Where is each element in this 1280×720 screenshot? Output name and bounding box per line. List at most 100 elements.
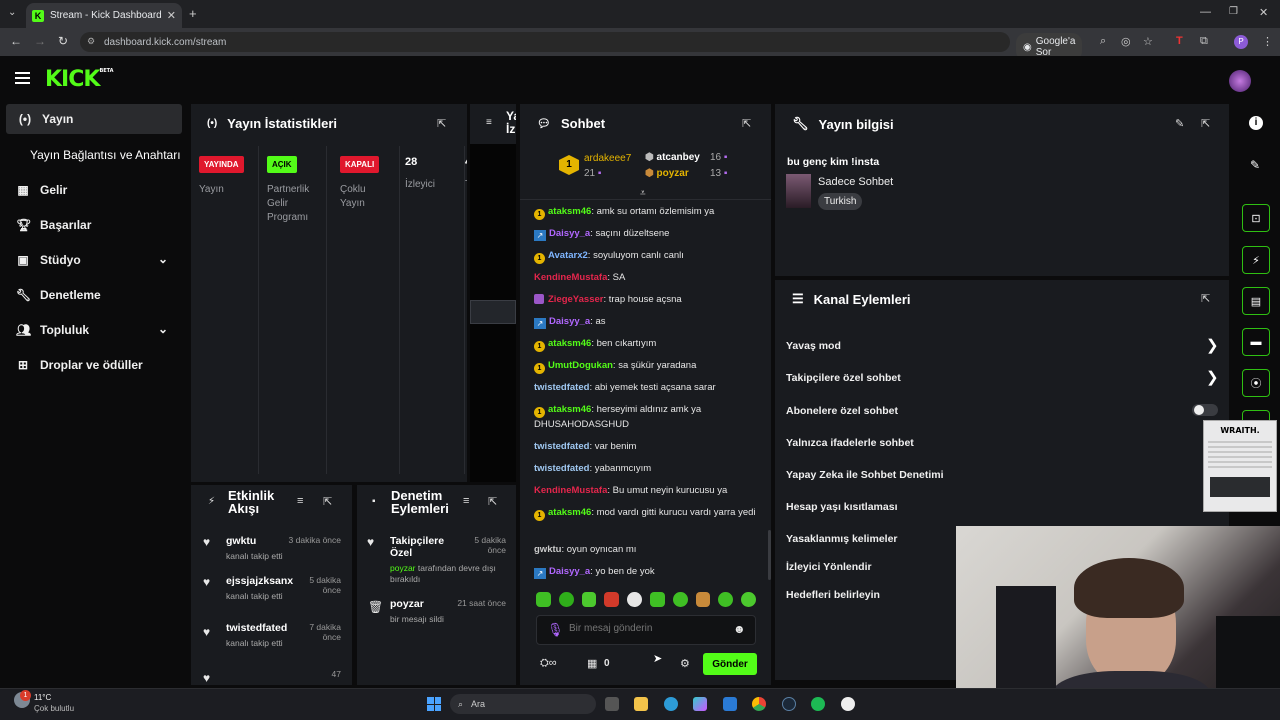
chat-user[interactable]: gwktu xyxy=(534,544,561,555)
copilot-icon[interactable] xyxy=(693,697,707,711)
close-tab-icon[interactable]: ✕ xyxy=(167,9,176,22)
emote-icon[interactable] xyxy=(718,592,734,607)
steam-icon[interactable] xyxy=(782,697,796,711)
address-bar[interactable]: ⚙ dashboard.kick.com/stream ◉ Google'a So… xyxy=(80,32,1083,61)
chat-user[interactable]: KendineMustafa xyxy=(534,272,607,283)
site-info-icon[interactable]: ⚙ xyxy=(87,36,95,47)
rail-camera-icon[interactable]: ⊡ xyxy=(1242,204,1270,232)
sidebar-item-yayin[interactable]: (•) Yayın xyxy=(6,104,182,134)
edit-layout-icon[interactable]: ✎ xyxy=(1250,158,1260,172)
mic-icon[interactable]: 🎙︎ xyxy=(547,622,564,638)
rail-chat-icon[interactable]: ▬ xyxy=(1242,328,1270,356)
forward-icon[interactable]: → xyxy=(34,34,46,48)
goals-setting[interactable]: Hedefleri belirleyin xyxy=(786,589,880,601)
chat-message-input[interactable] xyxy=(569,623,729,634)
popout-icon[interactable]: ⇱ xyxy=(1201,292,1210,305)
new-tab-icon[interactable]: + xyxy=(189,6,197,21)
chat-user[interactable]: ataksm46 xyxy=(548,404,591,415)
extensions-puzzle-icon[interactable]: ⧉ xyxy=(1200,35,1208,48)
chat-user[interactable]: twistedfated xyxy=(534,382,589,393)
followers-only-setting[interactable]: Takipçilere özel sohbet xyxy=(786,372,901,384)
user-avatar[interactable] xyxy=(1229,70,1251,92)
app-icon[interactable] xyxy=(841,697,855,711)
popout-icon[interactable]: ⇱ xyxy=(437,117,446,130)
emote-icon[interactable] xyxy=(627,592,642,607)
slow-mode-setting[interactable]: Yavaş mod xyxy=(786,340,841,352)
chevron-right-icon[interactable]: ❯ xyxy=(1206,368,1219,386)
emoji-icon[interactable]: ☻ xyxy=(733,622,746,636)
emote-icon[interactable] xyxy=(604,592,620,607)
emote-icon[interactable] xyxy=(536,592,551,607)
chat-user[interactable]: Daisyy_a xyxy=(549,228,590,239)
windows-start-icon[interactable] xyxy=(427,697,441,711)
chat-user[interactable]: Avatarx2 xyxy=(548,250,588,261)
close-window-icon[interactable]: ✕ xyxy=(1259,6,1268,19)
minimize-icon[interactable]: — xyxy=(1200,6,1211,18)
sidebar-item-studyo[interactable]: ▣ Stüdyo ⌄ xyxy=(0,245,188,275)
rail-bolt-icon[interactable]: ⚡︎ xyxy=(1242,246,1270,274)
chat-user[interactable]: ataksm46 xyxy=(548,507,591,518)
chat-user[interactable]: UmutDogukan xyxy=(548,360,613,371)
popout-icon[interactable]: ⇱ xyxy=(323,495,332,508)
taskbar-search[interactable]: ⌕ Ara xyxy=(450,694,596,714)
chat-user[interactable]: ZiegeYasser xyxy=(548,294,603,305)
chat-user[interactable]: ataksm46 xyxy=(548,206,591,217)
sidebar-item-denetleme[interactable]: 🔧︎ Denetleme xyxy=(0,280,188,310)
sidebar-item-stream-key[interactable]: Yayın Bağlantısı ve Anahtarı xyxy=(0,140,188,170)
store-app-icon[interactable] xyxy=(723,697,737,711)
extension-icon[interactable]: T xyxy=(1176,35,1183,47)
zoom-icon[interactable]: ⌕ xyxy=(1100,35,1106,48)
raid-setting[interactable]: İzleyici Yönlendir xyxy=(786,561,872,573)
rail-document-icon[interactable]: ▤ xyxy=(1242,287,1270,315)
menu-icon[interactable]: ≡ xyxy=(486,117,492,128)
chat-user[interactable]: Daisyy_a xyxy=(549,316,590,327)
edit-pencil-icon[interactable]: ✎ xyxy=(1175,117,1184,130)
file-explorer-icon[interactable] xyxy=(634,697,648,711)
ai-moderation-setting[interactable]: Yapay Zeka ile Sohbet Denetimi xyxy=(786,469,944,481)
chat-input-box[interactable]: 🎙︎ ☻ xyxy=(536,615,756,645)
send-button[interactable]: Gönder xyxy=(703,653,757,675)
emote-icon[interactable] xyxy=(649,592,665,607)
emote-icon[interactable] xyxy=(695,592,711,607)
popout-icon[interactable]: ⇱ xyxy=(1201,117,1210,130)
chat-user[interactable]: KendineMustafa xyxy=(534,485,607,496)
browser-menu-icon[interactable]: ⋮ xyxy=(1262,35,1273,48)
chat-user[interactable]: twistedfated xyxy=(534,441,589,452)
task-view-icon[interactable] xyxy=(605,697,619,711)
bookmark-star-icon[interactable]: ☆ xyxy=(1143,35,1153,48)
spotify-icon[interactable] xyxy=(811,697,825,711)
chat-settings-icon[interactable]: ⚙ xyxy=(680,657,690,670)
emote-icon[interactable] xyxy=(741,592,756,607)
info-icon[interactable]: i xyxy=(1249,116,1263,130)
profile-avatar[interactable]: P xyxy=(1234,35,1248,49)
emote-icon[interactable] xyxy=(672,592,688,607)
emote-only-setting[interactable]: Yalnızca ifadelerle sohbet xyxy=(786,437,914,449)
chat-scrollbar[interactable] xyxy=(768,530,771,580)
store-icon[interactable]: ▦ xyxy=(587,657,597,670)
chat-user[interactable]: Daisyy_a xyxy=(549,566,590,577)
sidebar-item-droplar[interactable]: ⊞ Droplar ve ödüller xyxy=(0,350,188,380)
account-age-setting[interactable]: Hesap yaşı kısıtlaması xyxy=(786,501,898,513)
maximize-icon[interactable]: ❐ xyxy=(1229,6,1238,17)
tab-list-icon[interactable]: ⌄ xyxy=(8,7,16,18)
sidebar-item-basarilar[interactable]: 🏆︎ Başarılar xyxy=(0,210,188,240)
hamburger-menu-icon[interactable] xyxy=(15,72,30,84)
popout-icon[interactable]: ⇱ xyxy=(488,495,497,508)
video-preview[interactable] xyxy=(470,144,516,482)
sidebar-item-gelir[interactable]: ▦ Gelir xyxy=(0,175,188,205)
popout-icon[interactable]: ⇱ xyxy=(742,117,751,130)
filter-icon[interactable]: ≡ xyxy=(297,495,303,507)
banned-words-setting[interactable]: Yasaklanmış kelimeler xyxy=(786,533,898,545)
subscribers-only-setting[interactable]: Abonelere özel sohbet xyxy=(786,405,898,417)
edge-icon[interactable] xyxy=(664,697,678,711)
emote-icon[interactable] xyxy=(581,592,597,607)
eye-off-icon[interactable]: ◎ xyxy=(1121,35,1131,48)
chat-user[interactable]: ataksm46 xyxy=(548,338,591,349)
collapse-icon[interactable]: ⩡ xyxy=(640,188,646,199)
sidebar-item-topluluk[interactable]: 👥︎ Topluluk ⌄ xyxy=(0,315,188,345)
back-icon[interactable]: ← xyxy=(10,34,22,48)
reload-icon[interactable]: ↻ xyxy=(58,34,68,48)
chat-users-icon[interactable]: ⛭∞ xyxy=(540,657,557,670)
filter-icon[interactable]: ≡ xyxy=(463,495,469,507)
emote-icon[interactable] xyxy=(558,592,574,607)
